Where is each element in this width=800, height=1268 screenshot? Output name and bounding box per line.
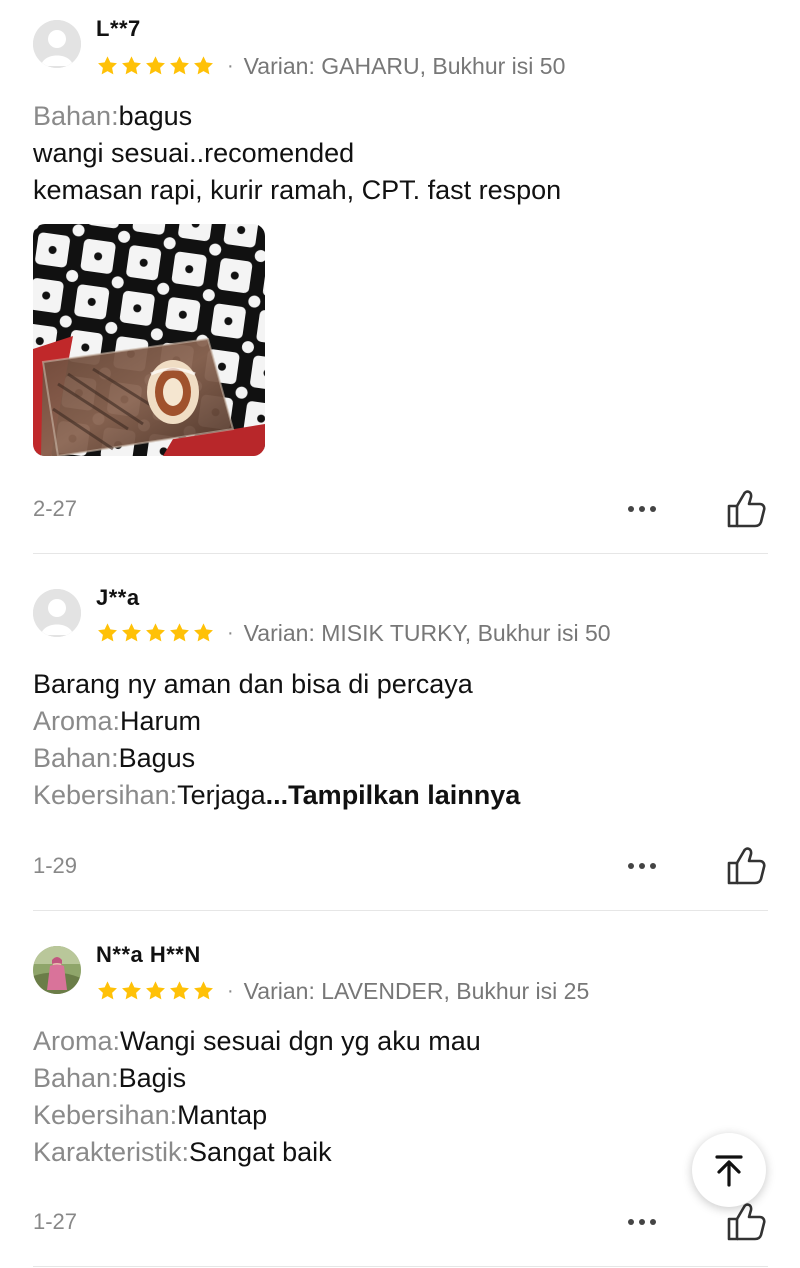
default-user-icon <box>33 589 81 637</box>
star-icon <box>194 981 213 1000</box>
rating-row: · Varian: MISIK TURKY, Bukhur isi 50 <box>96 620 611 646</box>
user-photo-avatar <box>33 946 81 994</box>
review-line-label: Bahan: <box>33 101 119 131</box>
review-line-label: Bahan: <box>33 743 119 773</box>
star-icon <box>122 623 141 642</box>
review-line-label: Kebersihan: <box>33 1100 178 1130</box>
scroll-to-top-button[interactable] <box>692 1133 766 1207</box>
review-date: 1-27 <box>33 1209 78 1234</box>
avatar[interactable] <box>33 20 81 68</box>
review-line-value: kemasan rapi, kurir ramah, CPT. fast res… <box>33 175 562 205</box>
star-icon <box>170 981 189 1000</box>
review-line: Karakteristik:Sangat baik <box>33 1134 481 1171</box>
star-icon <box>146 56 165 75</box>
more-horizontal-icon[interactable] <box>622 501 662 517</box>
review-line: Aroma:Wangi sesuai dgn yg aku mau <box>33 1023 481 1060</box>
separator-dot: · <box>227 979 234 1002</box>
thumbs-up-icon[interactable] <box>724 844 768 888</box>
star-icon <box>122 56 141 75</box>
default-user-icon <box>33 20 81 68</box>
review-text: Bahan:bagus wangi sesuai..recomended kem… <box>33 98 561 209</box>
variant-label: Varian: MISIK TURKY, Bukhur isi 50 <box>243 619 611 646</box>
star-icon <box>146 623 165 642</box>
review-date: 2-27 <box>33 496 78 521</box>
rating-row: · Varian: LAVENDER, Bukhur isi 25 <box>96 978 589 1004</box>
more-horizontal-icon[interactable] <box>622 858 662 874</box>
review-line: wangi sesuai..recomended <box>33 135 561 172</box>
avatar[interactable] <box>33 946 81 994</box>
product-photo-image <box>33 224 265 456</box>
star-icon <box>98 623 117 642</box>
divider <box>33 553 768 554</box>
review-date: 1-29 <box>33 853 78 878</box>
star-icon <box>122 981 141 1000</box>
review-line: Bahan:bagus <box>33 98 561 135</box>
more-horizontal-icon[interactable] <box>622 1214 662 1230</box>
star-rating <box>96 622 215 644</box>
review-line-label: Bahan: <box>33 1063 119 1093</box>
star-icon <box>194 56 213 75</box>
review-text: Aroma:Wangi sesuai dgn yg aku mau Bahan:… <box>33 1023 481 1171</box>
show-more-link[interactable]: ...Tampilkan lainnya <box>266 780 521 810</box>
thumbs-up-icon[interactable] <box>724 487 768 531</box>
review-line: Bahan:Bagis <box>33 1060 481 1097</box>
review-line-value: Harum <box>120 706 202 736</box>
star-icon <box>170 623 189 642</box>
review-line-value: Barang ny aman dan bisa di percaya <box>33 669 473 699</box>
star-rating <box>96 55 215 77</box>
review-line-label: Kebersihan: <box>33 780 178 810</box>
rating-row: · Varian: GAHARU, Bukhur isi 50 <box>96 53 565 79</box>
star-icon <box>194 623 213 642</box>
review-line-label: Aroma: <box>33 1026 121 1056</box>
arrow-up-to-top-icon <box>715 1155 743 1187</box>
star-icon <box>146 981 165 1000</box>
divider <box>33 1266 768 1267</box>
review-line-value: Sangat baik <box>189 1137 332 1167</box>
star-rating <box>96 980 215 1002</box>
star-icon <box>98 981 117 1000</box>
avatar[interactable] <box>33 589 81 637</box>
review-line: Bahan:Bagus <box>33 740 520 777</box>
reviewer-name: N**a H**N <box>96 942 201 967</box>
separator-dot: · <box>227 54 234 77</box>
review-line: Aroma:Harum <box>33 703 520 740</box>
review-line-value: Bagus <box>118 743 196 773</box>
divider <box>33 910 768 911</box>
review-line-value: Wangi sesuai dgn yg aku mau <box>120 1026 481 1056</box>
review-line-value: Bagis <box>118 1063 187 1093</box>
review-line: kemasan rapi, kurir ramah, CPT. fast res… <box>33 172 561 209</box>
review-text: Barang ny aman dan bisa di percaya Aroma… <box>33 666 520 814</box>
review-line-value: Mantap <box>177 1100 268 1130</box>
review-line-label: Karakteristik: <box>33 1137 190 1167</box>
reviewer-name: J**a <box>96 585 140 610</box>
variant-label: Varian: LAVENDER, Bukhur isi 25 <box>243 977 590 1004</box>
variant-label: Varian: GAHARU, Bukhur isi 50 <box>243 52 566 79</box>
review-line-value: bagus <box>118 101 193 131</box>
separator-dot: · <box>227 621 234 644</box>
review-line-label: Aroma: <box>33 706 121 736</box>
star-icon <box>98 56 117 75</box>
review-line-value: wangi sesuai..recomended <box>33 138 355 168</box>
review-line: Barang ny aman dan bisa di percaya <box>33 666 520 703</box>
review-photo[interactable] <box>33 224 265 456</box>
reviewer-name: L**7 <box>96 16 141 41</box>
review-line-value: Terjaga <box>177 780 266 810</box>
star-icon <box>170 56 189 75</box>
review-line: Kebersihan:Mantap <box>33 1097 481 1134</box>
review-line: Kebersihan:Terjaga...Tampilkan lainnya <box>33 777 520 814</box>
